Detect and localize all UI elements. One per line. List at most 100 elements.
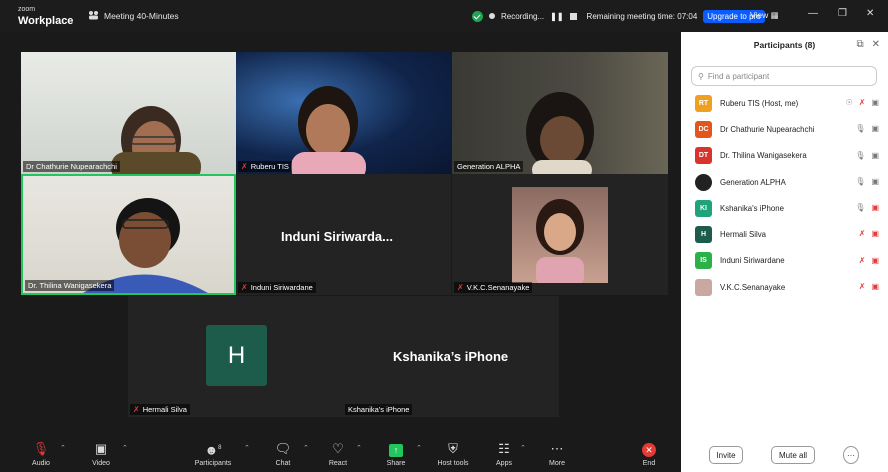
video-off-icon[interactable]: ▣: [871, 98, 879, 107]
list-item[interactable]: V.K.C.Senanayake ✗ ▣: [681, 274, 888, 300]
avatar: H: [206, 325, 267, 386]
participants-panel: Participants (8) ⧉ ✕ ⚲ Find a participan…: [681, 32, 888, 472]
chevron-up-icon[interactable]: ⌃: [60, 444, 66, 452]
video-tile-chathurie[interactable]: Dr Chathurie Nupearachchi: [21, 52, 236, 174]
end-button[interactable]: ✕ End: [624, 440, 674, 467]
chevron-up-icon[interactable]: ⌃: [356, 444, 362, 452]
pause-recording-icon[interactable]: ❚❚: [550, 12, 563, 21]
recording-dot-icon: [489, 13, 495, 19]
list-item[interactable]: DC Dr Chathurie Nupearachchi 🎙 ▣: [681, 116, 888, 142]
mic-muted-icon[interactable]: ✗: [859, 98, 866, 107]
participant-name: Kshanika's iPhone: [720, 203, 784, 213]
video-tile-generation-alpha[interactable]: Generation ALPHA: [452, 52, 668, 174]
tile-name-bar: Dr. Thilina Wanigasekera: [25, 280, 115, 291]
participant-status: ✗ ▣: [859, 229, 879, 238]
search-input[interactable]: ⚲ Find a participant: [691, 66, 877, 86]
stop-recording-icon[interactable]: [569, 12, 577, 20]
video-tile-hermali[interactable]: H ✗ Hermali Silva: [128, 296, 343, 417]
tile-name-bar: ✗ V.K.C.Senanayake: [454, 282, 533, 293]
list-item[interactable]: DT Dr. Thilina Wanigasekera 🎙 ▣: [681, 143, 888, 169]
chevron-up-icon[interactable]: ⌃: [244, 444, 250, 452]
mic-icon[interactable]: 🎙: [855, 124, 865, 133]
tile-name: Dr. Thilina Wanigasekera: [28, 281, 112, 290]
video-icon[interactable]: ▣: [871, 151, 879, 160]
chevron-up-icon[interactable]: ⌃: [520, 444, 526, 452]
participants-icon: ☻8: [204, 442, 222, 458]
participant-name: Dr Chathurie Nupearachchi: [720, 124, 815, 134]
video-feed: [83, 198, 208, 293]
meeting-title: Meeting 40-Minutes: [104, 11, 179, 21]
close-window-icon[interactable]: ✕: [866, 8, 874, 19]
mic-muted-icon: 🎙: [32, 441, 50, 456]
list-item[interactable]: H Hermali Silva ✗ ▣: [681, 221, 888, 247]
mic-muted-icon[interactable]: ✗: [859, 282, 866, 291]
video-tile-thilina[interactable]: Dr. Thilina Wanigasekera: [21, 174, 236, 295]
mic-icon[interactable]: 🎙: [855, 177, 865, 186]
avatar: DT: [695, 147, 712, 165]
invite-button[interactable]: Invite: [709, 446, 743, 464]
more-options-button[interactable]: ···: [843, 446, 859, 464]
video-icon[interactable]: ▣: [871, 177, 879, 186]
list-item[interactable]: RT Ruberu TIS (Host, me) ☉ ✗ ▣: [681, 90, 888, 116]
video-tile-vkc[interactable]: ✗ V.K.C.Senanayake: [452, 174, 668, 295]
share-button[interactable]: ↑ Share: [371, 440, 421, 467]
list-item[interactable]: Generation ALPHA 🎙 ▣: [681, 169, 888, 195]
chat-button[interactable]: 🗨 Chat: [258, 440, 308, 467]
tile-display-name: Induni Siriwarda...: [281, 229, 393, 244]
mute-all-button[interactable]: Mute all: [771, 446, 815, 464]
encryption-shield-icon[interactable]: [472, 10, 483, 22]
tile-name: Generation ALPHA: [457, 162, 521, 171]
video-icon[interactable]: ▣: [871, 124, 879, 133]
tile-name-bar: Generation ALPHA: [454, 161, 524, 172]
video-tile-ruberu[interactable]: ✗ Ruberu TIS: [236, 52, 451, 174]
avatar: KI: [695, 199, 712, 217]
video-off-icon[interactable]: ▣: [871, 256, 879, 265]
tile-name: Ruberu TIS: [250, 162, 289, 171]
video-off-icon[interactable]: ▣: [871, 203, 879, 212]
participant-name: Generation ALPHA: [720, 177, 786, 187]
minimize-icon[interactable]: —: [808, 8, 818, 19]
audio-button[interactable]: 🎙 Audio: [16, 440, 66, 467]
chevron-up-icon[interactable]: ⌃: [416, 444, 422, 452]
close-panel-icon[interactable]: ✕: [872, 39, 880, 50]
search-icon: ⚲: [698, 71, 704, 81]
grid-view-icon: ▦: [770, 10, 779, 20]
tile-name-bar: Dr Chathurie Nupearachchi: [23, 161, 120, 172]
mic-icon[interactable]: 🎙: [855, 151, 865, 160]
share-label: Share: [386, 460, 406, 467]
video-off-icon[interactable]: ▣: [871, 229, 879, 238]
tile-name: Induni Siriwardane: [250, 283, 313, 292]
profile-photo: [512, 187, 608, 287]
restore-icon[interactable]: ❐: [838, 8, 847, 19]
meeting-info[interactable]: Meeting 40-Minutes: [88, 10, 179, 22]
participant-name: V.K.C.Senanayake: [720, 282, 786, 292]
mic-muted-icon: ✗: [241, 162, 248, 171]
avatar: IS: [695, 252, 712, 270]
tile-name-bar: ✗ Induni Siriwardane: [238, 282, 316, 293]
tile-name: Hermali Silva: [142, 405, 187, 414]
participant-name: Dr. Thilina Wanigasekera: [720, 151, 807, 161]
participant-name: Induni Siriwardane: [720, 256, 785, 266]
chat-icon: 🗨: [274, 441, 292, 456]
video-button[interactable]: ▣ Video: [76, 440, 126, 467]
view-button[interactable]: View ▦: [750, 10, 779, 21]
list-item[interactable]: KI Kshanika's iPhone 🎙 ▣: [681, 195, 888, 221]
host-tools-button[interactable]: ⛨ Host tools: [428, 440, 478, 467]
recording-label: Recording...: [501, 11, 545, 21]
video-feed: [111, 106, 201, 174]
record-icon: ☉: [845, 98, 853, 107]
participants-button[interactable]: ☻8 Participants: [188, 440, 238, 467]
more-button[interactable]: ⋯ More: [532, 440, 582, 467]
video-off-icon[interactable]: ▣: [871, 282, 879, 291]
pop-out-icon[interactable]: ⧉: [856, 39, 863, 50]
video-tile-induni[interactable]: Induni Siriwarda... ✗ Induni Siriwardane: [236, 174, 451, 295]
mic-muted-icon[interactable]: ✗: [859, 229, 866, 238]
list-item[interactable]: IS Induni Siriwardane ✗ ▣: [681, 248, 888, 274]
video-tile-kshanika[interactable]: Kshanika’s iPhone Kshanika's iPhone: [343, 296, 559, 417]
chevron-up-icon[interactable]: ⌃: [303, 444, 309, 452]
video-feed: [291, 86, 366, 174]
mic-muted-icon[interactable]: ✗: [859, 256, 866, 265]
chevron-up-icon[interactable]: ⌃: [122, 444, 128, 452]
participants-count: 8: [218, 445, 222, 451]
mic-icon[interactable]: 🎙: [855, 203, 865, 212]
